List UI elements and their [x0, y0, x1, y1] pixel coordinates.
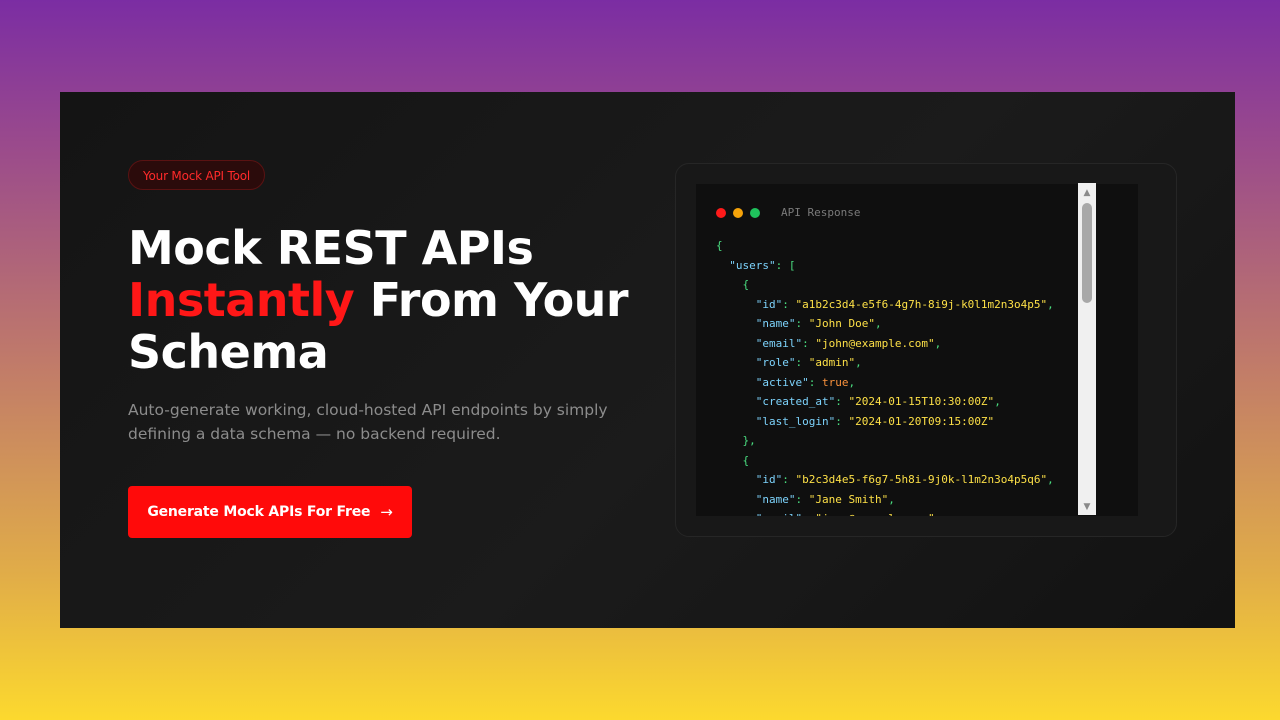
code-token: "email" [755, 336, 803, 350]
window-titlebar: API Response [716, 206, 860, 219]
code-token: "name" [755, 492, 796, 506]
code-token: : [782, 473, 796, 486]
code-line: }, [716, 431, 1054, 451]
code-token: { [716, 239, 723, 252]
code-line: "email": "jane@example.com", [716, 509, 1054, 516]
code-token: : [802, 336, 816, 350]
scroll-thumb[interactable] [1082, 203, 1092, 303]
code-token: "2024-01-15T10:30:00Z" [848, 395, 995, 408]
code-line: "name": "John Doe", [716, 314, 1054, 334]
code-preview-card: API Response { "users": [ { "id": "a1b2c… [675, 163, 1177, 537]
window-title: API Response [781, 206, 861, 219]
code-token: : [808, 375, 822, 389]
code-token: "role" [755, 356, 796, 369]
generate-mock-apis-button[interactable]: Generate Mock APIs For Free → [128, 486, 412, 538]
hero-title: Mock REST APIs Instantly From Your Schem… [128, 222, 648, 378]
code-token: "Jane Smith" [808, 492, 889, 506]
code-line: "id": "a1b2c3d4-e5f6-4g7h-8i9j-k0l1m2n3o… [716, 295, 1054, 315]
code-token: "users" [729, 258, 776, 272]
code-token: "name" [755, 317, 796, 330]
code-token: : [782, 297, 796, 311]
code-scrollbar[interactable]: ▲ ▼ [1078, 183, 1096, 515]
code-token: }, [716, 434, 756, 447]
code-token: "b2c3d4e5-f6g7-5h8i-9j0k-l1m2n3o4p5q6" [795, 473, 1048, 486]
code-line: "last_login": "2024-01-20T09:15:00Z" [716, 412, 1054, 432]
code-token: , [874, 317, 882, 330]
arrow-right-icon: → [380, 503, 393, 521]
code-token: , [1047, 473, 1054, 486]
scroll-down-icon[interactable]: ▼ [1078, 499, 1096, 515]
tagline-badge: Your Mock API Tool [128, 160, 265, 190]
code-token: "active" [755, 375, 809, 389]
json-response-code: { "users": [ { "id": "a1b2c3d4-e5f6-4g7h… [716, 236, 1054, 516]
code-line: { [716, 236, 1054, 256]
code-token: , [888, 492, 895, 506]
code-token: , [934, 336, 942, 350]
code-token: , [855, 356, 862, 369]
hero-section: Your Mock API Tool Mock REST APIs Instan… [60, 92, 1235, 628]
code-token: { [716, 278, 750, 291]
code-token: , [848, 375, 856, 389]
code-token: "admin" [808, 356, 856, 369]
code-line: "users": [ [716, 256, 1054, 276]
code-token: , [935, 512, 942, 516]
code-line: "id": "b2c3d4e5-f6g7-5h8i-9j0k-l1m2n3o4p… [716, 470, 1054, 490]
code-line: "active": true, [716, 373, 1054, 393]
code-token: "2024-01-20T09:15:00Z" [848, 414, 995, 428]
code-token: : [835, 395, 849, 408]
code-token: "John Doe" [808, 317, 875, 330]
code-line: "name": "Jane Smith", [716, 490, 1054, 510]
code-token: true [821, 375, 849, 389]
code-token: "jane@example.com" [815, 512, 934, 516]
code-token: "email" [756, 512, 802, 516]
code-token: , [1047, 297, 1054, 311]
code-token: "last_login" [755, 414, 836, 428]
code-token: : [802, 512, 815, 516]
code-token: : [ [775, 258, 796, 272]
code-token: "john@example.com" [815, 336, 935, 350]
code-token: : [795, 492, 809, 506]
close-dot-icon [716, 207, 726, 218]
code-token: { [716, 453, 750, 467]
maximize-dot-icon [750, 207, 760, 218]
code-token: : [795, 317, 809, 330]
code-token: "created_at" [755, 395, 836, 408]
code-token: "a1b2c3d4-e5f6-4g7h-8i9j-k0l1m2n3o4p5" [795, 297, 1048, 311]
hero-subtitle: Auto-generate working, cloud-hosted API … [128, 401, 608, 443]
code-line: "role": "admin", [716, 353, 1054, 373]
code-line: "email": "john@example.com", [716, 334, 1054, 354]
code-token: : [835, 414, 849, 428]
hero-title-accent: Instantly [128, 273, 355, 327]
scroll-up-icon[interactable]: ▲ [1078, 185, 1096, 201]
code-window[interactable]: API Response { "users": [ { "id": "a1b2c… [696, 184, 1138, 516]
code-line: "created_at": "2024-01-15T10:30:00Z", [716, 392, 1054, 412]
code-token: "id" [755, 297, 783, 311]
hero-title-line1: Mock REST APIs [128, 221, 534, 275]
minimize-dot-icon [733, 207, 743, 218]
code-line: { [716, 275, 1054, 295]
code-line: { [716, 451, 1054, 471]
code-token: : [795, 356, 809, 369]
code-token: , [994, 395, 1001, 408]
cta-label: Generate Mock APIs For Free [147, 504, 371, 520]
code-token: "id" [755, 473, 783, 486]
